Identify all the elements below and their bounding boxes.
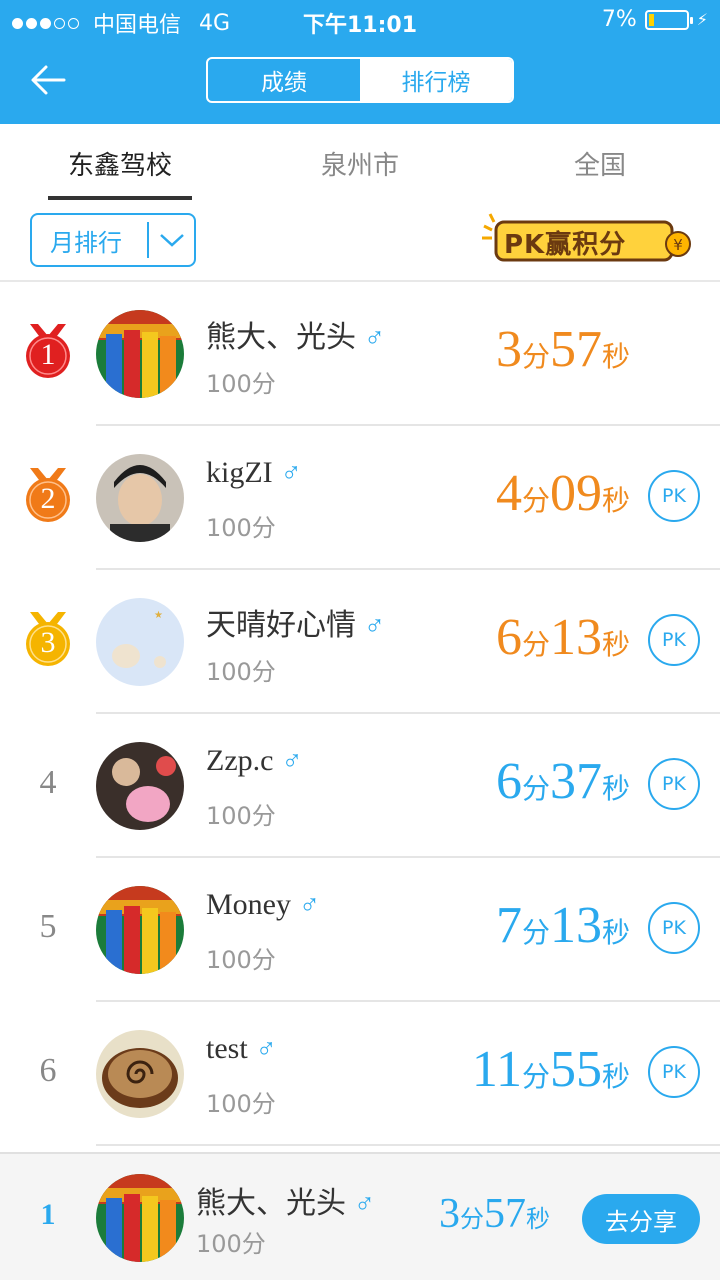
male-icon: ♂ — [364, 611, 385, 642]
my-ranking-bar: 1 熊大、光头 ♂ 100分 3分57秒 去分享 — [0, 1152, 720, 1280]
segment-scores[interactable]: 成绩 — [208, 59, 360, 101]
my-rank-number: 1 — [40, 1198, 56, 1231]
avatar[interactable] — [96, 1030, 184, 1118]
pk-points-label: PK赢积分 — [504, 230, 627, 260]
row-divider — [96, 1144, 720, 1146]
tab-school[interactable]: 东鑫驾校 — [0, 124, 240, 202]
battery-percent: 7% — [601, 7, 637, 32]
period-dropdown[interactable]: 月排行 — [30, 213, 196, 267]
user-score: 100分 — [206, 514, 276, 542]
segment-leaderboard[interactable]: 排行榜 — [360, 59, 512, 101]
user-name: kigZI ♂ — [206, 456, 302, 489]
male-icon: ♂ — [255, 1034, 277, 1065]
my-avatar[interactable] — [96, 1174, 184, 1262]
status-right: 7% ⚡ — [602, 7, 708, 32]
list-item[interactable]: 4 Zzp.c ♂ 100分 6分37秒 PK — [0, 714, 720, 858]
my-score: 100分 — [196, 1230, 266, 1258]
ranking-list: 1 熊大、光头 ♂ 100分 3分57秒 2 kigZI ♂ 100分 4分09… — [0, 282, 720, 1146]
avatar[interactable]: ★ — [96, 598, 184, 686]
male-icon: ♂ — [354, 1189, 375, 1220]
avatar[interactable] — [96, 454, 184, 542]
back-arrow-icon[interactable] — [28, 60, 68, 100]
rank-number: 6 — [39, 1052, 57, 1089]
user-score: 100分 — [206, 1090, 276, 1118]
list-item[interactable]: 1 熊大、光头 ♂ 100分 3分57秒 — [0, 282, 720, 426]
user-score: 100分 — [206, 802, 276, 830]
completion-time: 7分13秒 — [495, 897, 630, 954]
period-label: 月排行 — [50, 228, 122, 257]
charging-icon: ⚡ — [696, 10, 708, 29]
completion-time: 3分57秒 — [495, 321, 630, 378]
rank-number: 1 — [40, 338, 56, 371]
nav-bar: 成绩 排行榜 — [0, 40, 720, 124]
user-name: Money ♂ — [206, 888, 320, 921]
rank-number: 4 — [39, 764, 57, 801]
svg-text:¥: ¥ — [673, 236, 683, 254]
tab-national[interactable]: 全国 — [480, 124, 720, 202]
completion-time: 6分37秒 — [495, 753, 630, 810]
pk-button[interactable]: PK — [648, 614, 700, 666]
user-score: 100分 — [206, 946, 276, 974]
user-name: test ♂ — [206, 1032, 277, 1065]
share-button[interactable]: 去分享 — [582, 1194, 700, 1244]
my-name: 熊大、光头 ♂ — [196, 1187, 375, 1220]
segment-control: 成绩 排行榜 — [206, 57, 514, 103]
my-completion-time: 3分57秒 — [439, 1191, 550, 1237]
list-item[interactable]: 5 Money ♂ 100分 7分13秒 PK — [0, 858, 720, 1002]
svg-text:★: ★ — [154, 610, 163, 621]
male-icon: ♂ — [280, 458, 302, 489]
avatar[interactable] — [96, 886, 184, 974]
rank-number: 3 — [40, 626, 56, 659]
male-icon: ♂ — [364, 323, 385, 354]
user-score: 100分 — [206, 370, 276, 398]
list-item[interactable]: 3 ★ 天晴好心情 ♂ 100分 6分13秒 PK — [0, 570, 720, 714]
pk-button[interactable]: PK — [648, 470, 700, 522]
scope-tabs: 东鑫驾校 泉州市 全国 — [0, 124, 720, 202]
user-score: 100分 — [206, 658, 276, 686]
user-name: 熊大、光头 ♂ — [206, 321, 385, 354]
user-name: 天晴好心情 ♂ — [206, 609, 385, 642]
status-bar: 中国电信 4G 下午11:01 7% ⚡ — [0, 0, 720, 40]
rank-number: 5 — [39, 908, 57, 945]
completion-time: 4分09秒 — [495, 465, 630, 522]
completion-time: 6分13秒 — [495, 609, 630, 666]
male-icon: ♂ — [299, 890, 320, 921]
rank-number: 2 — [40, 482, 56, 515]
chevron-down-icon — [149, 232, 194, 248]
user-name: Zzp.c ♂ — [206, 744, 303, 777]
avatar[interactable] — [96, 310, 184, 398]
battery-icon — [644, 9, 693, 30]
avatar[interactable] — [96, 742, 184, 830]
list-item[interactable]: 6 test ♂ 100分 11分55秒 PK — [0, 1002, 720, 1146]
male-icon: ♂ — [281, 746, 303, 777]
completion-time: 11分55秒 — [471, 1041, 630, 1098]
pk-button[interactable]: PK — [648, 902, 700, 954]
pk-button[interactable]: PK — [648, 758, 700, 810]
pk-button[interactable]: PK — [648, 1046, 700, 1098]
tab-city[interactable]: 泉州市 — [240, 124, 480, 202]
pk-points-banner[interactable]: ¥ PK赢积分 — [482, 212, 696, 266]
list-item[interactable]: 2 kigZI ♂ 100分 4分09秒 PK — [0, 426, 720, 570]
